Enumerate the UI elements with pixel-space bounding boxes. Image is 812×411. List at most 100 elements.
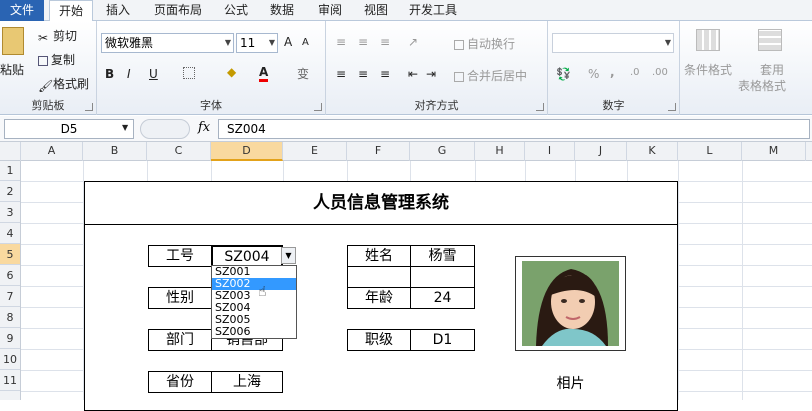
bold-button[interactable]: B [105,67,114,81]
font-name-select[interactable]: 微软雅黑 ▼ [101,33,234,53]
dropdown-option[interactable]: SZ006 [212,326,296,338]
row-header-selected[interactable]: 5 [0,244,20,265]
id-input[interactable]: SZ004 [211,245,283,267]
column-header[interactable]: L [678,142,742,161]
format-painter-button[interactable]: 🖌格式刷 [38,75,89,93]
number-format-select[interactable]: ▼ [552,33,674,53]
tab-developer[interactable]: 开发工具 [402,0,464,21]
tab-formulas[interactable]: 公式 [216,0,256,21]
column-header[interactable]: G [410,142,475,161]
tab-view[interactable]: 视图 [356,0,396,21]
merge-center-button[interactable]: 合并后居中 [454,67,527,84]
column-header[interactable]: I [525,142,575,161]
formula-input[interactable]: SZ004 [218,119,810,139]
font-launcher-icon[interactable] [314,103,322,111]
grow-font-button[interactable]: A [284,35,292,49]
blank-input[interactable] [410,266,475,288]
conditional-format-button[interactable]: 条件格式 [684,61,732,78]
chevron-down-icon: ▼ [664,38,671,47]
underline-button[interactable]: U [149,67,158,81]
align-bottom-icon[interactable]: ≡ [380,35,390,49]
decimal-increase-icon[interactable]: .0 [630,67,640,78]
align-left-icon[interactable]: ≡ [336,67,346,81]
column-header[interactable]: E [283,142,347,161]
dropdown-arrow-button[interactable]: ▼ [281,247,296,264]
format-as-table-line1[interactable]: 套用 [760,61,784,78]
font-color-icon[interactable]: A [259,65,269,82]
orientation-icon[interactable]: ↗ [408,35,418,49]
clipboard-launcher-icon[interactable] [85,103,93,111]
chevron-down-icon[interactable]: ▼ [122,123,128,132]
tab-home[interactable]: 开始 [49,0,93,22]
format-as-table-line2[interactable]: 表格格式 [738,77,786,94]
phonetic-button[interactable]: 变 [297,65,309,82]
chevron-down-icon: ▼ [268,38,275,47]
row-header[interactable]: 11 [0,370,20,391]
column-header[interactable]: F [347,142,410,161]
comma-button[interactable]: , [610,65,615,79]
table-format-icon[interactable] [758,29,782,51]
align-top-icon[interactable]: ≡ [336,35,346,49]
align-right-icon[interactable]: ≡ [380,67,390,81]
tab-page-layout[interactable]: 页面布局 [145,0,211,21]
border-icon[interactable] [183,67,195,79]
select-all-corner[interactable] [0,142,21,161]
page-title: 人员信息管理系统 [84,181,678,225]
fill-color-icon[interactable]: ◆ [227,65,236,79]
indent-icon[interactable]: ⇤ [408,67,418,81]
row-header[interactable]: 2 [0,181,20,202]
currency-icon[interactable]: 💱 [556,67,571,81]
column-header[interactable]: H [475,142,525,161]
row-header[interactable]: 3 [0,202,20,223]
align-middle-icon[interactable]: ≡ [358,35,368,49]
id-label: 工号 [148,245,212,267]
number-launcher-icon[interactable] [668,103,676,111]
row-header[interactable]: 9 [0,328,20,349]
dropdown-list[interactable]: SZ001 SZ002 SZ003 SZ004 SZ005 SZ006 [211,265,297,339]
font-size-select[interactable]: 11 ▼ [236,33,278,53]
copy-button[interactable]: 复制 [38,51,75,68]
paste-button[interactable]: 粘贴 [0,61,24,78]
cut-button[interactable]: ✂ 剪切 [38,27,77,45]
paste-icon[interactable] [2,27,24,55]
alignment-group: ≡ ≡ ≡ ↗ 自动换行 ≡ ≡ ≡ ⇤ ⇥ 合并后居中 对齐方式 [326,21,548,115]
row-header[interactable]: 6 [0,265,20,286]
column-header-selected[interactable]: D [211,142,283,161]
row-header[interactable]: 4 [0,223,20,244]
shrink-font-button[interactable]: A [302,37,309,48]
column-header[interactable]: M [742,142,806,161]
align-center-icon[interactable]: ≡ [358,67,368,81]
row-header[interactable]: 7 [0,286,20,307]
row-header[interactable]: 10 [0,349,20,370]
formula-bar-expand-handle[interactable] [140,119,190,139]
column-header[interactable]: K [627,142,678,161]
tab-insert[interactable]: 插入 [98,0,138,21]
level-input[interactable]: D1 [410,329,475,351]
alignment-launcher-icon[interactable] [536,103,544,111]
row-header[interactable]: 1 [0,161,20,181]
clipboard-group: 粘贴 ✂ 剪切 复制 🖌格式刷 剪贴板 [0,21,97,115]
column-header[interactable]: B [83,142,147,161]
row-header[interactable]: 8 [0,307,20,328]
wrap-text-button[interactable]: 自动换行 [454,35,515,52]
scissors-icon: ✂ [38,31,49,45]
italic-button[interactable]: I [127,67,131,81]
column-header[interactable]: C [147,142,211,161]
column-header[interactable]: J [575,142,627,161]
column-header[interactable]: A [21,142,83,161]
clipboard-label: 剪贴板 [31,99,65,112]
percent-button[interactable]: % [588,67,599,81]
fx-icon[interactable]: fx [198,120,210,135]
conditional-format-icon[interactable] [696,29,720,51]
age-input[interactable]: 24 [410,287,475,309]
tab-file[interactable]: 文件 [0,0,44,21]
tab-review[interactable]: 审阅 [310,0,350,21]
province-input[interactable]: 上海 [211,371,283,393]
name-input[interactable]: 杨雪 [410,245,475,267]
outdent-icon[interactable]: ⇥ [426,67,436,81]
wrap-icon [454,40,464,50]
font-group: 微软雅黑 ▼ 11 ▼ A A B I U ◆ A 变 字体 [97,21,326,115]
name-box[interactable]: D5 [4,119,134,139]
tab-data[interactable]: 数据 [262,0,302,21]
decimal-decrease-icon[interactable]: .00 [652,67,668,78]
